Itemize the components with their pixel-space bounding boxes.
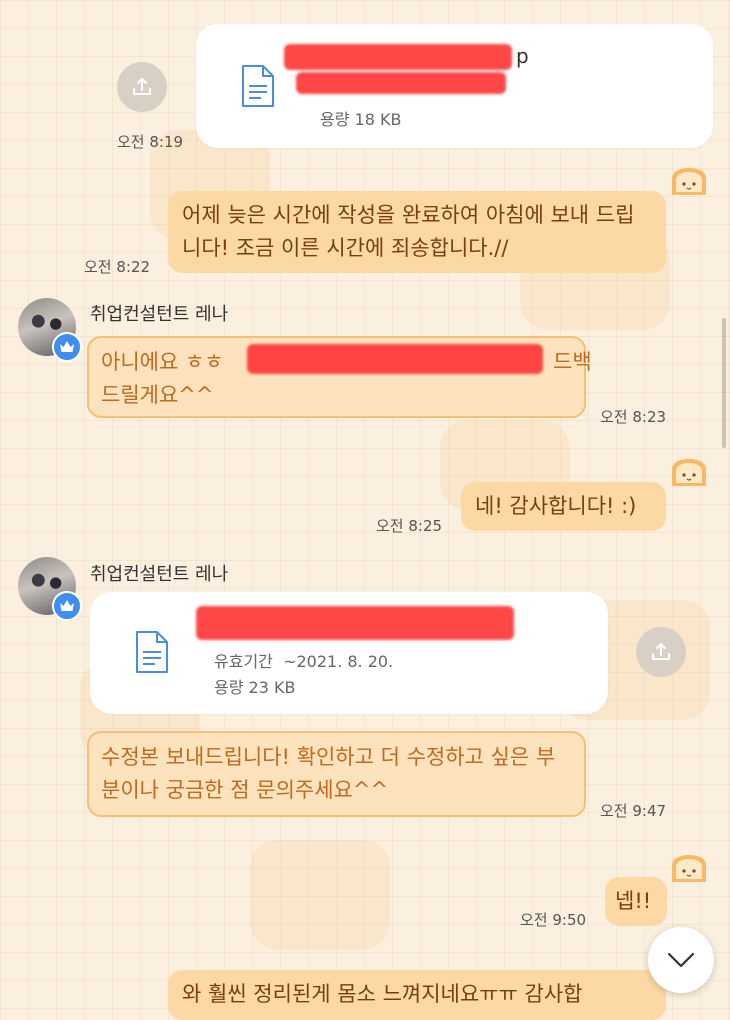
message-text-line1-prefix: 아니에요 ㅎㅎ: [101, 350, 224, 374]
message-time: 오전 9:47: [600, 802, 667, 820]
crown-badge: [52, 332, 82, 362]
crown-badge: [52, 591, 82, 621]
file-expiry-label: 유효기간: [214, 652, 273, 671]
my-message-bubble: 와 훨씬 정리된게 몸소 느껴지네요ㅠㅠ 감사합: [168, 970, 666, 1020]
share-icon: [652, 643, 670, 660]
message-time: 오전 9:50: [520, 911, 587, 929]
message-time: 오전 8:23: [600, 408, 667, 426]
file-attachment-card[interactable]: p 용량 18 KB: [196, 24, 713, 148]
redacted-expiry: [296, 72, 506, 94]
share-icon: [133, 78, 151, 95]
bread-emoticon: [668, 165, 710, 199]
chevron-down-icon: [667, 952, 695, 968]
message-time: 오전 8:22: [84, 258, 151, 276]
file-attachment-card[interactable]: 유효기간 ~2021. 8. 20. 용량 23 KB: [90, 592, 608, 714]
other-message-bubble: 아니에요 ㅎㅎ 드백 드릴게요^^: [87, 336, 592, 418]
avatar[interactable]: [18, 557, 82, 621]
message-text-line1-suffix: 드백: [553, 350, 592, 374]
my-message-bubble: 넵!!: [605, 877, 667, 926]
other-message-bubble: 수정본 보내드립니다! 확인하고 더 수정하고 싶은 부분이나 궁금한 점 문의…: [87, 731, 586, 817]
scrollbar[interactable]: [722, 318, 726, 448]
share-button[interactable]: [636, 627, 686, 677]
background-shape: [250, 840, 390, 950]
sender-name: 취업컨설턴트 레나: [90, 304, 229, 325]
document-icon: [136, 631, 168, 673]
bread-emoticon: [668, 456, 710, 490]
message-time: 오전 8:25: [376, 517, 443, 535]
crown-icon: [60, 600, 74, 611]
my-message-bubble: 어제 늦은 시간에 작성을 완료하여 아침에 보내 드립니다! 조금 이른 시간…: [168, 191, 666, 273]
file-size: 용량 23 KB: [214, 678, 296, 697]
file-name-suffix: p: [516, 44, 529, 68]
crown-icon: [60, 341, 74, 352]
share-button[interactable]: [117, 62, 167, 112]
message-text-line2: 드릴게요^^: [101, 383, 214, 407]
redacted-filename: [284, 44, 512, 70]
document-icon: [242, 65, 274, 107]
file-expiry: 유효기간 ~2021. 8. 20.: [214, 648, 393, 672]
redacted-text: [247, 344, 543, 374]
bread-emoticon: [668, 852, 710, 886]
message-time: 오전 8:19: [117, 133, 184, 151]
scroll-to-bottom-button[interactable]: [648, 927, 714, 993]
file-expiry-value: ~2021. 8. 20.: [283, 652, 394, 671]
sender-name: 취업컨설턴트 레나: [90, 564, 229, 585]
file-size: 용량 18 KB: [320, 110, 402, 129]
redacted-filename: [196, 606, 514, 640]
avatar[interactable]: [18, 298, 82, 362]
my-message-bubble: 네! 감사합니다! :): [461, 482, 666, 531]
